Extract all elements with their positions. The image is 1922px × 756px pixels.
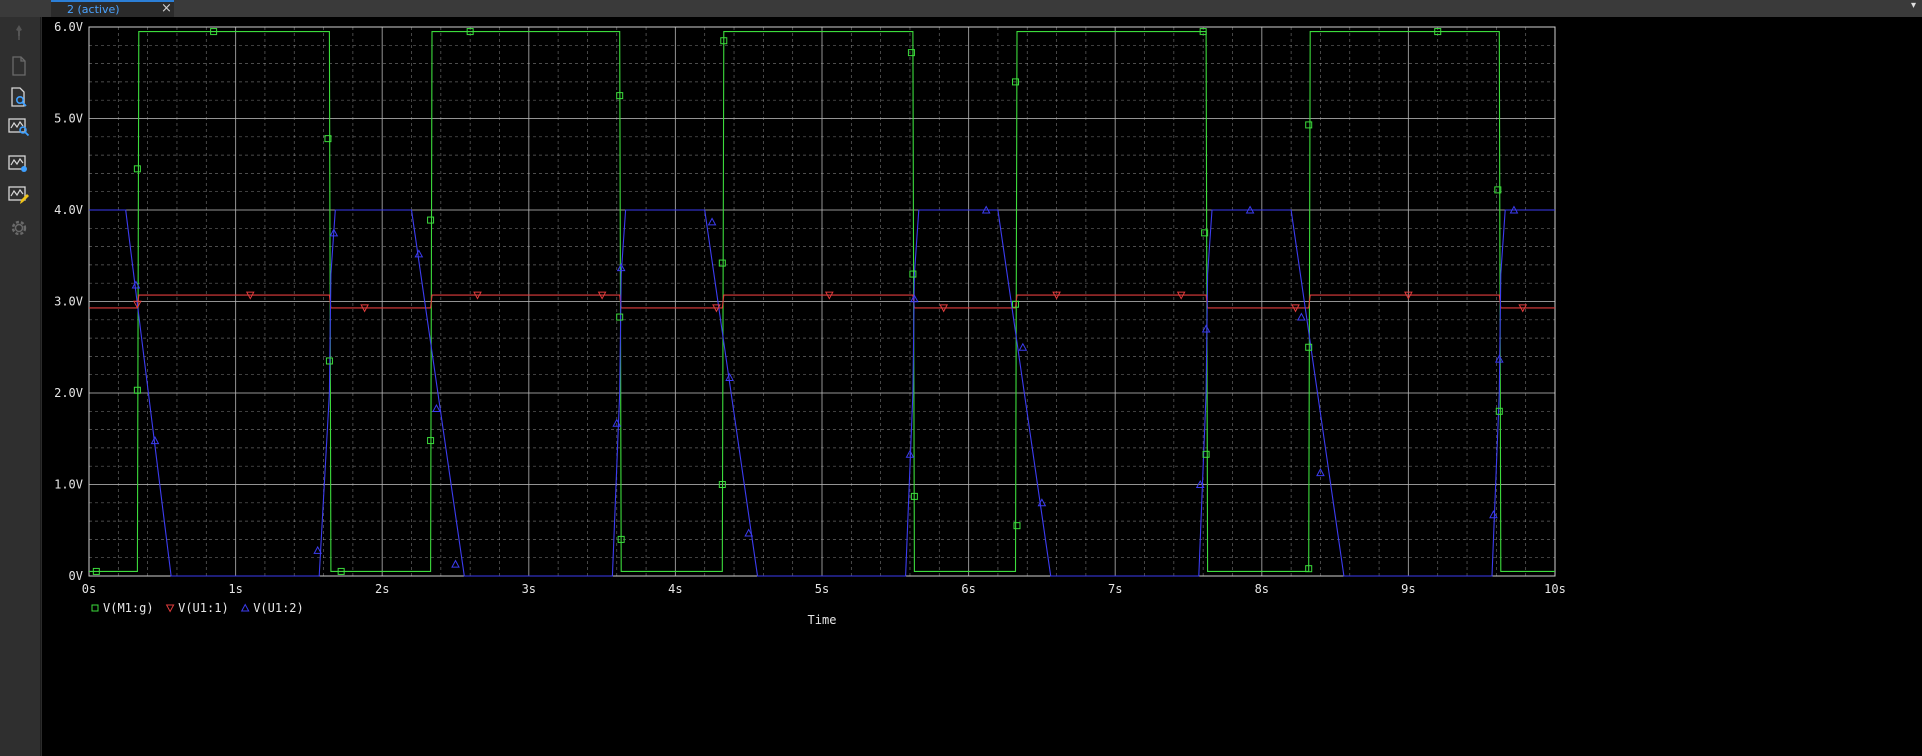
plot-window[interactable]: 0V 1.0V 2.0V 3.0V 4.0V 5.0V 6.0V 0s 1s 2s 3s 4s 5s 6s… [42, 17, 1922, 756]
data-point-v-u1-2 [1201, 324, 1211, 333]
data-point-v-u1-2 [432, 404, 441, 413]
grid [88, 26, 1556, 577]
legend-label-v-u1-1: V(U1:1) [178, 601, 229, 615]
plot-settings-icon[interactable] [4, 151, 34, 177]
x-tick-label: 2s [375, 582, 389, 596]
x-tick-label: 10s [1544, 582, 1566, 596]
legend-label-v-m1-g: V(M1:g) [103, 601, 154, 615]
legend-marker-v-u1-2 [240, 603, 250, 612]
y-tick-label: 1.0V [54, 478, 83, 492]
x-tick-label: 6s [961, 582, 975, 596]
axes: 0V 1.0V 2.0V 3.0V 4.0V 5.0V 6.0V 0s 1s 2s 3s 4s 5s 6s… [54, 20, 1566, 596]
tab-active[interactable]: 2 (active) × [51, 0, 174, 17]
x-axis-label: Time [808, 613, 837, 627]
y-tick-label: 5.0V [54, 112, 83, 126]
x-tick-label: 3s [522, 582, 536, 596]
data-point-v-m1-g [616, 313, 624, 321]
y-tick-label: 4.0V [54, 203, 83, 217]
legend: V(M1:g) V(U1:1) V(U1:2) [91, 601, 304, 615]
y-tick-label: 3.0V [54, 295, 83, 309]
legend-marker-v-u1-1 [165, 604, 175, 613]
legend-marker-v-m1-g [91, 604, 99, 612]
document-zoom-icon[interactable] [4, 84, 34, 110]
x-tick-label: 9s [1401, 582, 1415, 596]
data-point-v-u1-2 [451, 559, 460, 568]
data-point-v-m1-g [907, 49, 915, 57]
pin-icon[interactable] [4, 19, 34, 45]
close-icon[interactable]: × [161, 1, 172, 16]
plot-zoom-icon[interactable] [4, 114, 34, 140]
tab-bar: 2 (active) × ▾ [0, 0, 1922, 17]
data-point-v-m1-g [427, 216, 435, 224]
chart: 0V 1.0V 2.0V 3.0V 4.0V 5.0V 6.0V 0s 1s 2s 3s 4s 5s 6s… [54, 20, 1566, 627]
data-point-v-m1-g [1305, 121, 1313, 129]
x-tick-label: 4s [668, 582, 682, 596]
chevron-down-icon[interactable]: ▾ [1911, 0, 1916, 11]
y-tick-label: 0V [69, 569, 83, 583]
x-tick-label: 5s [815, 582, 829, 596]
data-point-v-u1-2 [414, 249, 424, 258]
y-tick-label: 2.0V [54, 386, 83, 400]
data-point-v-m1-g [1013, 522, 1021, 530]
x-tick-label: 8s [1255, 582, 1269, 596]
new-document-icon[interactable] [4, 53, 34, 79]
gear-icon[interactable] [4, 215, 34, 241]
toolbar [0, 17, 41, 756]
x-tick-label: 7s [1108, 582, 1122, 596]
y-tick-label: 6.0V [54, 20, 83, 34]
data-point-v-m1-g [133, 165, 141, 173]
x-tick-label: 1s [228, 582, 242, 596]
data-point-v-u1-2 [707, 217, 717, 226]
edit-plot-icon[interactable] [4, 182, 34, 208]
data-point-v-u1-2 [1489, 510, 1498, 519]
tab-label: 2 (active) [67, 3, 120, 16]
data-point-v-u1-2 [1297, 312, 1306, 321]
data-point-v-u1-2 [1018, 342, 1028, 351]
legend-label-v-u1-2: V(U1:2) [253, 601, 304, 615]
x-tick-label: 0s [82, 582, 96, 596]
